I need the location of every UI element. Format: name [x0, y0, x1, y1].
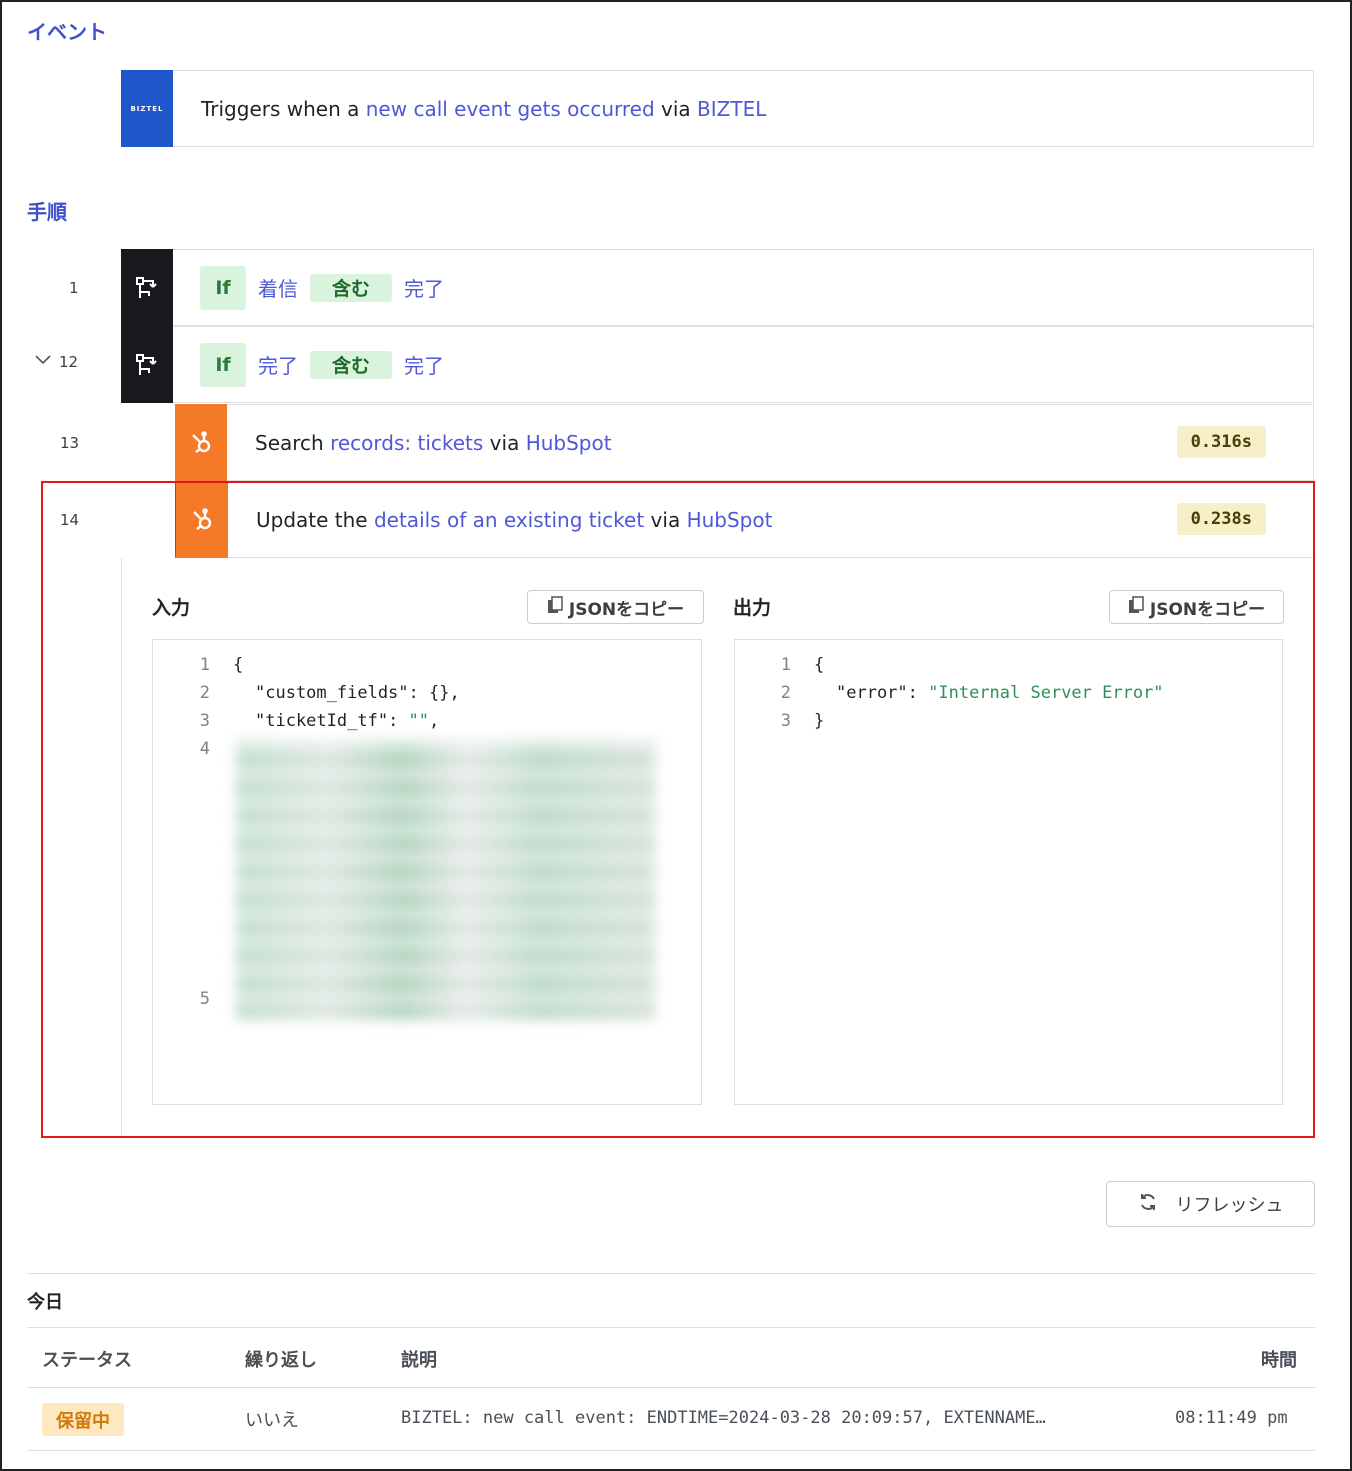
step-number: 12	[59, 353, 79, 371]
code-line: }	[814, 711, 825, 731]
step-object-link[interactable]: records: tickets	[330, 431, 483, 455]
code-line: {	[233, 655, 244, 675]
code-line: "error": "Internal Server Error"	[836, 683, 1164, 703]
input-label: 入力	[152, 597, 191, 619]
divider	[27, 1450, 1315, 1451]
condition-left[interactable]: 着信	[258, 273, 298, 302]
code-line: "custom_fields": {},	[255, 683, 460, 703]
if-badge: If	[200, 342, 246, 387]
line-number: 2	[199, 683, 210, 703]
copy-icon	[1128, 595, 1144, 619]
event-section-title: イベント	[27, 20, 107, 44]
biztel-logo: BIZTEL	[121, 70, 173, 147]
condition: If 着信 含む 完了	[200, 250, 444, 325]
step-text: Search records: tickets via HubSpot	[255, 430, 612, 455]
line-number: 2	[780, 683, 791, 703]
if-badge: If	[200, 265, 246, 310]
output-label: 出力	[733, 597, 772, 619]
condition-operator: 含む	[310, 273, 393, 302]
step-number: 13	[60, 434, 80, 452]
step-app-link[interactable]: HubSpot	[526, 431, 612, 455]
step-row-13[interactable]: Search records: tickets via HubSpot 0.31…	[175, 404, 1314, 481]
divider	[27, 1327, 1315, 1328]
col-description: 説明	[401, 1350, 437, 1371]
line-number: 1	[780, 655, 791, 675]
output-json-viewer[interactable]	[734, 639, 1283, 1105]
duration-badge: 0.238s	[1176, 503, 1266, 535]
line-number: 5	[199, 989, 210, 1009]
duration-badge: 0.316s	[1176, 426, 1266, 458]
condition-operator: 含む	[310, 350, 393, 379]
copy-icon	[547, 595, 563, 619]
status-badge: 保留中	[42, 1403, 124, 1436]
refresh-icon	[1138, 1192, 1158, 1217]
copy-output-json-button[interactable]: JSONをコピー	[1109, 590, 1284, 624]
divider	[27, 1273, 1315, 1274]
step-row-12[interactable]: If 完了 含む 完了	[121, 326, 1314, 403]
redacted-content	[236, 740, 656, 1020]
step-text: Update the details of an existing ticket…	[256, 507, 773, 532]
history-row-description[interactable]: BIZTEL: new call event: ENDTIME=2024-03-…	[401, 1408, 1046, 1428]
refresh-button[interactable]: リフレッシュ	[1106, 1181, 1315, 1227]
col-repeat: 繰り返し	[245, 1350, 317, 1371]
line-number: 4	[199, 739, 210, 759]
history-row-time: 08:11:49 pm	[1175, 1408, 1288, 1428]
trigger-app-link[interactable]: BIZTEL	[697, 97, 766, 121]
step-object-link[interactable]: details of an existing ticket	[374, 508, 644, 532]
line-number: 1	[199, 655, 210, 675]
branch-icon	[121, 249, 173, 326]
code-line: "ticketId_tf": "",	[255, 711, 440, 731]
step-row-14[interactable]: Update the details of an existing ticket…	[175, 481, 1314, 558]
divider	[27, 1387, 1315, 1388]
history-title: 今日	[27, 1292, 63, 1313]
trigger-text: Triggers when a new call event gets occu…	[201, 96, 767, 121]
step-app-link[interactable]: HubSpot	[687, 508, 773, 532]
collapse-chevron-icon[interactable]	[35, 352, 51, 370]
line-number: 3	[199, 711, 210, 731]
line-number: 3	[780, 711, 791, 731]
col-status: ステータス	[42, 1350, 132, 1371]
step-number: 14	[60, 511, 80, 529]
hubspot-icon	[176, 481, 228, 558]
col-time: 時間	[1261, 1350, 1297, 1371]
trigger-event-link[interactable]: new call event gets occurred	[366, 97, 655, 121]
copy-input-json-button[interactable]: JSONをコピー	[527, 590, 704, 624]
condition: If 完了 含む 完了	[200, 327, 444, 402]
branch-icon	[121, 326, 173, 403]
trigger-row[interactable]: BIZTEL Triggers when a new call event ge…	[121, 70, 1314, 147]
steps-section-title: 手順	[27, 200, 67, 224]
hubspot-icon	[175, 404, 227, 481]
condition-right[interactable]: 完了	[404, 350, 444, 379]
condition-left[interactable]: 完了	[258, 350, 298, 379]
step-row-1[interactable]: If 着信 含む 完了	[121, 249, 1314, 326]
condition-right[interactable]: 完了	[404, 273, 444, 302]
code-line: {	[814, 655, 825, 675]
repeat-value: いいえ	[245, 1410, 299, 1431]
step-number: 1	[69, 279, 79, 297]
